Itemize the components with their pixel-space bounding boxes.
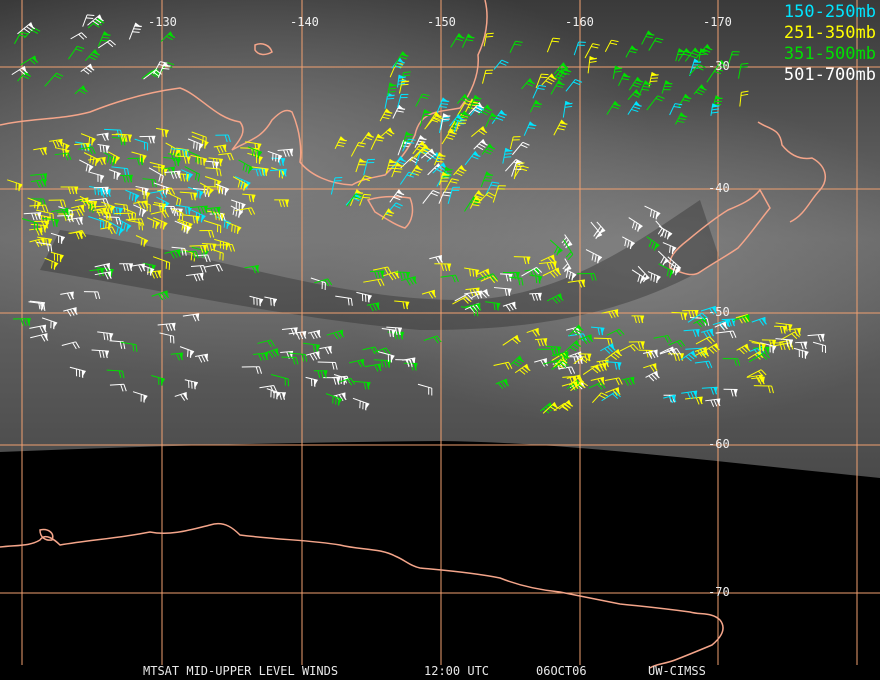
lon-label-160: -160 (565, 15, 594, 29)
legend-entry-501-700: 501-700mb (783, 65, 876, 85)
footer-date: 06OCT06 (536, 664, 587, 678)
product-footer: MTSAT MID-UPPER LEVEL WINDS 12:00 UTC 06… (0, 664, 880, 678)
lon-label-130: -130 (148, 15, 177, 29)
lon-label-140: -140 (290, 15, 319, 29)
legend-entry-351-500: 351-500mb (783, 44, 876, 64)
map-canvas (0, 0, 880, 669)
lat-label-40: -40 (708, 181, 730, 195)
footer-credit: UW-CIMSS (648, 664, 706, 678)
footer-time: 12:00 UTC (424, 664, 490, 678)
lon-label-150: -150 (427, 15, 456, 29)
satellite-wind-map: -130 -140 -150 -160 -170 -30 -40 -50 -60… (0, 0, 880, 680)
lat-label-30: -30 (708, 59, 730, 73)
antarctica-coast (0, 523, 724, 669)
legend-entry-251-350: 251-350mb (783, 23, 876, 43)
lat-label-60: -60 (708, 437, 730, 451)
moisture-band-east (0, 0, 880, 478)
footer-product: MTSAT MID-UPPER LEVEL WINDS (143, 664, 339, 678)
lon-label-170: -170 (703, 15, 732, 29)
pressure-legend: 150-250mb 251-350mb 351-500mb 501-700mb (784, 2, 876, 86)
lat-label-50: -50 (708, 305, 730, 319)
legend-entry-150-250: 150-250mb (783, 2, 876, 22)
lat-label-70: -70 (708, 585, 730, 599)
